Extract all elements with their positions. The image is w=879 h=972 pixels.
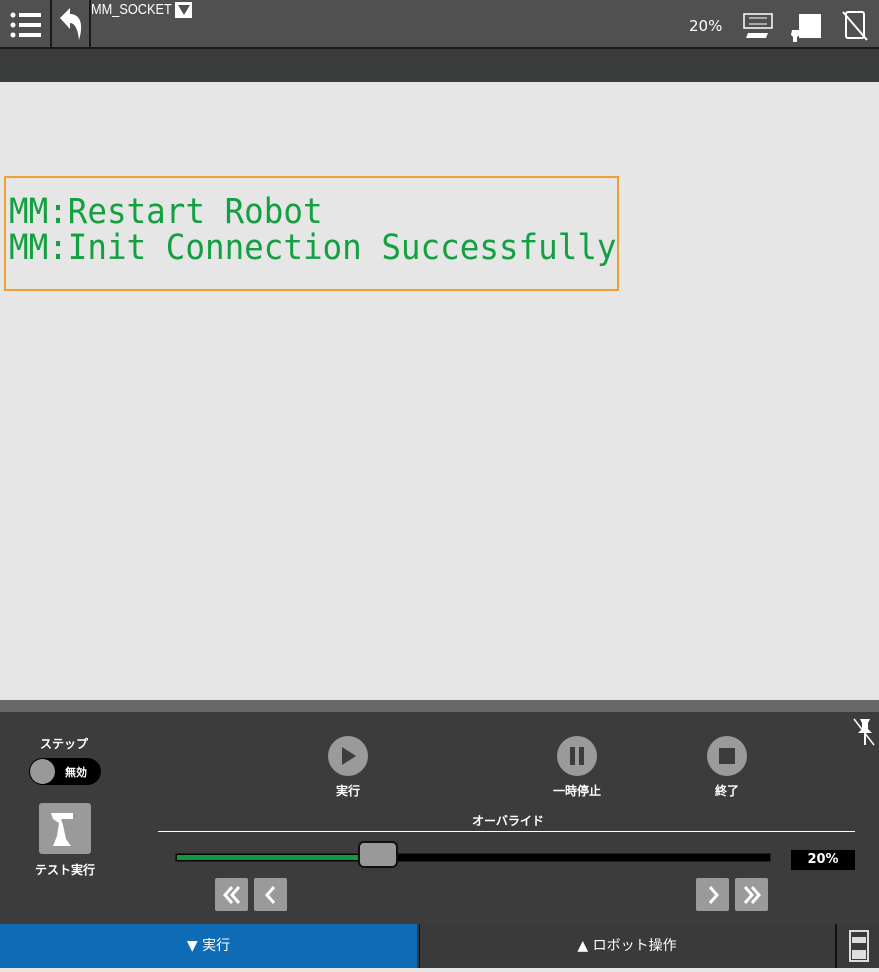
test-run-button[interactable] [39,803,91,854]
program-selector[interactable]: MM_SOCKET [91,1,192,18]
message-line: MM:Restart Robot [9,192,323,232]
override-increase-fast-button[interactable] [735,878,768,911]
back-button[interactable] [52,0,89,49]
double-chevron-right-icon [743,885,761,904]
stop-button[interactable] [707,736,747,776]
override-decrease-fast-button[interactable] [215,878,248,911]
step-label: ステップ [39,737,88,751]
pause-button[interactable] [557,736,597,776]
run-button[interactable] [328,736,368,776]
stop-label: 終了 [714,784,739,798]
pause-icon [570,747,584,765]
override-decrease-button[interactable] [254,878,287,911]
play-icon [342,747,356,765]
tab-run[interactable]: ▼ 実行 [0,924,417,968]
chevron-left-icon [264,885,275,904]
sub-header-band [0,49,879,82]
auto-mode-icon[interactable] [740,11,776,39]
override-readout: 20% [689,17,723,35]
no-device-icon[interactable] [840,10,870,42]
tab-robot-operation[interactable]: ▲ ロボット操作 [419,924,834,968]
override-slider-fill [176,854,378,861]
back-icon [60,8,82,40]
unpin-icon[interactable] [850,717,876,747]
teach-pendant-icon[interactable] [789,12,825,42]
override-label: オーバライド [472,814,544,828]
message-line: MM:Init Connection Successfully [9,228,617,268]
menu-button[interactable] [0,0,50,49]
dropdown-icon [175,1,192,18]
double-chevron-left-icon [222,885,240,904]
layout-icon [849,930,869,962]
message-box: MM:Restart Robot MM:Init Connection Succ… [4,176,619,291]
robot-icon [51,813,73,846]
top-bar: MM_SOCKET 20% [0,0,879,49]
bottom-tabs: ▼ 実行 ▲ ロボット操作 [0,924,879,968]
pause-label: 一時停止 [552,784,601,798]
step-toggle-state: 無効 [65,766,87,779]
screen-layout-button[interactable] [835,924,879,968]
test-run-label: テスト実行 [34,863,95,877]
divider [158,831,855,832]
override-value: 20% [791,850,855,870]
run-label: 実行 [335,784,360,798]
program-name: MM_SOCKET [91,1,172,18]
display-area [0,82,879,700]
override-slider[interactable] [175,841,771,868]
menu-icon [10,12,41,38]
chevron-right-icon [708,885,719,904]
execution-panel: ステップ 無効 テスト実行 実行 一時停止 終了 オーバライド 20% [0,700,879,924]
stop-icon [719,748,735,764]
override-increase-button[interactable] [696,878,729,911]
override-slider-thumb[interactable] [358,841,398,868]
step-toggle[interactable]: 無効 [29,758,101,785]
